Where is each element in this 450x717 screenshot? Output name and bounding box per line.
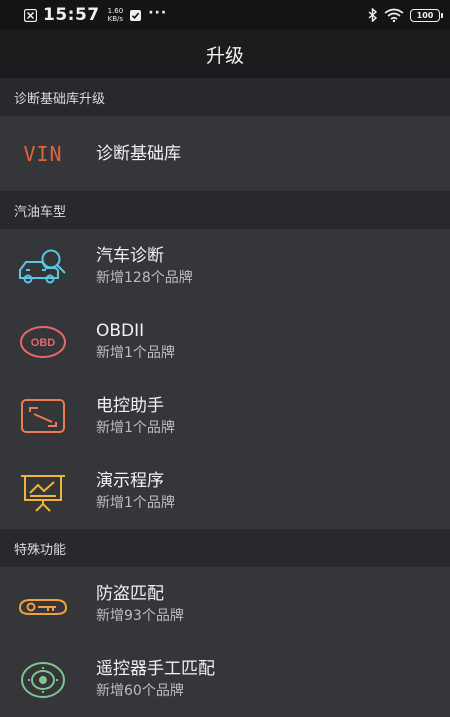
list-item-diagnostic-base[interactable]: VIN 诊断基础库 — [0, 116, 450, 191]
item-subtitle: 新增128个品牌 — [96, 270, 193, 286]
battery-icon: 100 — [410, 8, 443, 22]
item-title: 电控助手 — [96, 396, 164, 416]
upgrade-list: 诊断基础库升级 VIN 诊断基础库 汽油车型 汽车诊断 新增128个品牌 OBD… — [0, 78, 450, 717]
item-title: 演示程序 — [96, 471, 164, 491]
more-notifications-icon: ··· — [148, 5, 168, 21]
obd-icon: OBD — [14, 319, 72, 365]
list-item-obdii[interactable]: OBD OBDII 新增1个品牌 — [0, 304, 450, 379]
obd-icon-label: OBD — [31, 337, 56, 349]
status-bar: 15:57 1.60 KB/s ··· 100 — [0, 0, 450, 30]
network-speed-unit: KB/s — [107, 15, 124, 23]
item-subtitle: 新增1个品牌 — [96, 345, 175, 361]
notification-close-icon — [24, 8, 37, 22]
item-title: 防盗匹配 — [96, 584, 164, 604]
item-title: 诊断基础库 — [96, 143, 181, 164]
network-speed: 1.60 KB/s — [108, 7, 124, 23]
presentation-icon — [14, 469, 72, 515]
wifi-icon — [384, 8, 404, 22]
list-item-ecu-assistant[interactable]: 电控助手 新增1个品牌 — [0, 379, 450, 454]
list-item-remote-manual-matching[interactable]: 遥控器手工匹配 新增60个品牌 — [0, 642, 450, 717]
item-title: 遥控器手工匹配 — [96, 659, 215, 679]
network-speed-value: 1.60 — [107, 7, 124, 15]
item-title: OBDII — [96, 321, 145, 341]
car-key-icon — [14, 582, 72, 628]
section-header-diagnostic-base: 诊断基础库升级 — [0, 78, 450, 116]
item-subtitle: 新增1个品牌 — [96, 495, 175, 511]
remote-control-icon — [14, 657, 72, 703]
list-item-presentation[interactable]: 演示程序 新增1个品牌 — [0, 454, 450, 529]
list-item-anti-theft-matching[interactable]: 防盗匹配 新增93个品牌 — [0, 567, 450, 642]
status-time: 15:57 — [43, 5, 100, 25]
item-subtitle: 新增93个品牌 — [96, 608, 184, 624]
page-title: 升级 — [0, 30, 450, 78]
section-header-special-functions: 特殊功能 — [0, 529, 450, 567]
item-subtitle: 新增1个品牌 — [96, 420, 175, 436]
item-title: 汽车诊断 — [96, 246, 164, 266]
bluetooth-icon — [368, 8, 378, 22]
item-subtitle: 新增60个品牌 — [96, 683, 184, 699]
notification-check-icon — [130, 9, 142, 21]
vin-icon: VIN — [14, 131, 72, 177]
section-header-gasoline: 汽油车型 — [0, 191, 450, 229]
car-diagnosis-icon — [14, 244, 72, 290]
ecu-assistant-icon — [14, 394, 72, 440]
vin-icon-label: VIN — [23, 142, 62, 166]
list-item-car-diagnosis[interactable]: 汽车诊断 新增128个品牌 — [0, 229, 450, 304]
